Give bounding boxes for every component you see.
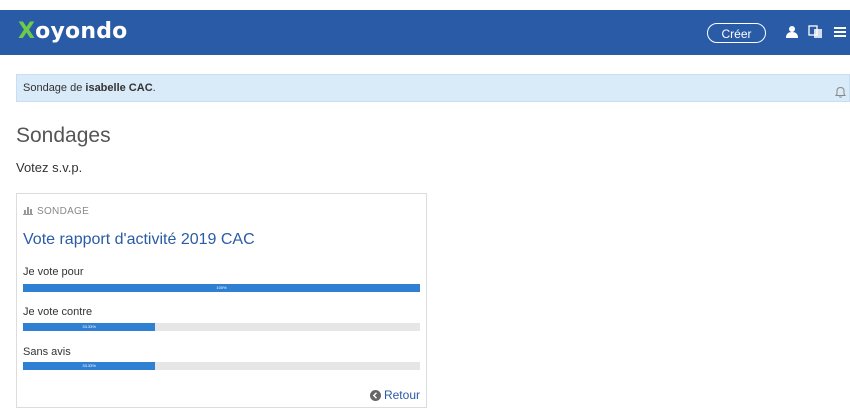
banner-prefix: Sondage de xyxy=(23,82,86,94)
option-bar-pour: 100% xyxy=(23,284,420,292)
language-icon[interactable] xyxy=(808,25,824,41)
option-bar-fill-pour: 100% xyxy=(23,284,420,292)
menu-icon[interactable] xyxy=(834,25,850,41)
logo-x: X xyxy=(18,19,36,44)
user-icon[interactable] xyxy=(785,25,801,41)
back-link[interactable]: Retour xyxy=(369,388,420,402)
option-bar-fill-contre: 33.33% xyxy=(23,323,156,331)
poll-kind-label: SONDAGE xyxy=(37,206,90,217)
poll-title: Vote rapport d'activité 2019 CAC xyxy=(23,231,255,248)
poll-kind-header: SONDAGE xyxy=(23,206,89,217)
banner-suffix: . xyxy=(152,82,156,94)
option-label-pour: Je vote pour xyxy=(23,266,84,278)
poll-owner-banner: Sondage de isabelle CAC. xyxy=(16,74,850,102)
back-arrow-icon xyxy=(369,390,381,401)
option-label-sans-avis: Sans avis xyxy=(23,346,71,358)
option-bar-sans-avis: 33.33% xyxy=(23,362,420,370)
top-navbar: Xoyondo Créer xyxy=(0,10,850,55)
xoyondo-logo[interactable]: Xoyondo xyxy=(18,19,127,44)
banner-author: isabelle CAC xyxy=(85,82,153,94)
option-bar-contre: 33.33% xyxy=(23,323,420,331)
back-label: Retour xyxy=(383,388,420,402)
create-button[interactable]: Créer xyxy=(707,23,766,43)
option-label-contre: Je vote contre xyxy=(23,306,93,318)
option-bar-fill-sans-avis: 33.33% xyxy=(23,362,156,370)
bell-icon[interactable] xyxy=(835,82,847,98)
page-subtitle: Votez s.v.p. xyxy=(16,160,83,175)
bar-chart-icon xyxy=(23,207,33,215)
poll-card: SONDAGE Vote rapport d'activité 2019 CAC… xyxy=(16,193,427,408)
page-title: Sondages xyxy=(16,124,111,147)
logo-text: oyondo xyxy=(35,19,128,44)
